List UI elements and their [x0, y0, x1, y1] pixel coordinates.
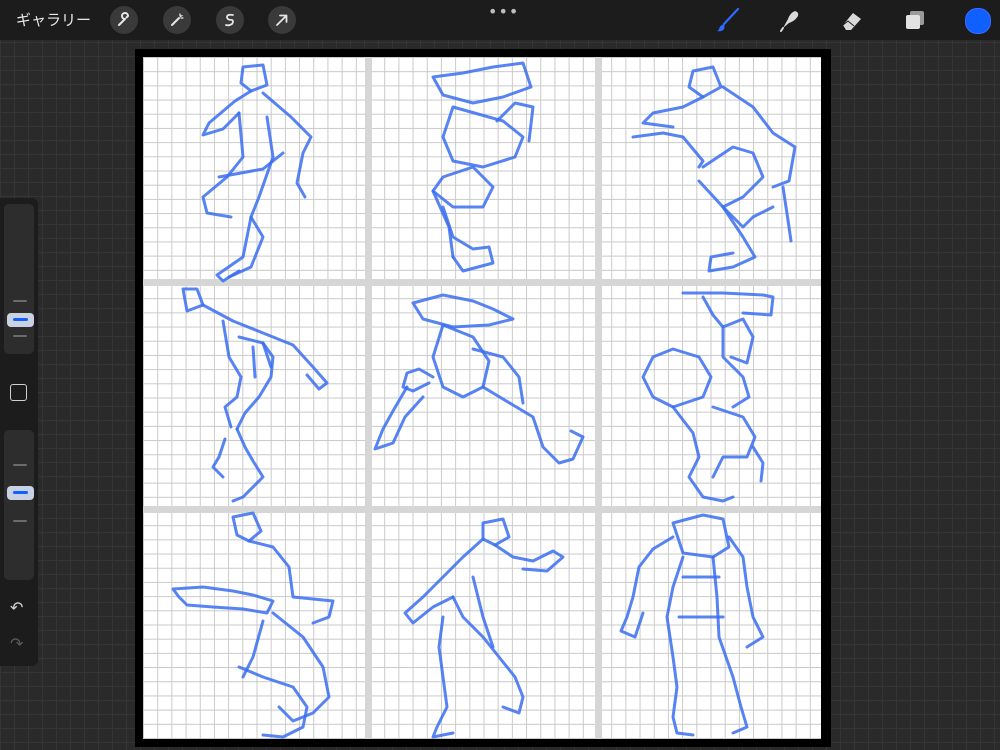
gallery-button[interactable]: ギャラリー: [16, 9, 91, 30]
top-toolbar: ギャラリー •••: [0, 0, 1000, 40]
gesture-sketch-7: [171, 511, 335, 739]
gesture-sketch-3: [631, 65, 797, 273]
color-picker-button[interactable]: [965, 8, 991, 34]
magic-wand-icon: [171, 13, 184, 26]
slider-tick: [13, 335, 27, 337]
undo-icon[interactable]: ↶: [10, 598, 23, 617]
redo-icon[interactable]: ↷: [10, 634, 23, 653]
eraser-tool-button[interactable]: [837, 6, 867, 34]
adjustments-button[interactable]: [163, 6, 191, 34]
gesture-sketch-1: [201, 63, 313, 283]
gesture-sketch-2: [431, 61, 535, 273]
more-options-button[interactable]: •••: [488, 2, 519, 21]
brush-icon: [717, 7, 740, 32]
eraser-icon: [842, 13, 861, 30]
smudge-icon: [780, 11, 799, 32]
layers-icon: [906, 11, 924, 29]
canvas-paper[interactable]: [143, 57, 821, 739]
opacity-slider[interactable]: [4, 430, 34, 580]
slider-tick: [13, 464, 27, 466]
modify-button[interactable]: [10, 384, 27, 401]
smudge-tool-button[interactable]: [775, 6, 805, 34]
transform-button[interactable]: [268, 6, 296, 34]
selection-button[interactable]: [216, 6, 244, 34]
gesture-sketch-9: [619, 513, 765, 737]
gesture-sketch-5: [373, 293, 585, 465]
gesture-sketch-4: [181, 287, 329, 503]
slider-tick: [13, 300, 27, 302]
wrench-icon: [118, 12, 130, 26]
selection-icon: [225, 13, 234, 27]
actions-button[interactable]: [110, 6, 138, 34]
left-sidebar: ↶ ↷: [0, 198, 38, 666]
brush-tool-button[interactable]: [713, 6, 743, 34]
opacity-handle[interactable]: [7, 486, 34, 500]
drawing-canvas[interactable]: [135, 49, 831, 747]
gesture-sketch-6: [641, 291, 775, 503]
brush-size-slider[interactable]: [4, 204, 34, 354]
layers-button[interactable]: [900, 6, 930, 34]
gesture-sketch-8: [403, 517, 565, 739]
brush-size-handle[interactable]: [7, 313, 34, 327]
sketch-layer: [171, 61, 797, 739]
slider-tick: [13, 520, 27, 522]
transform-arrow-icon: [276, 14, 288, 26]
